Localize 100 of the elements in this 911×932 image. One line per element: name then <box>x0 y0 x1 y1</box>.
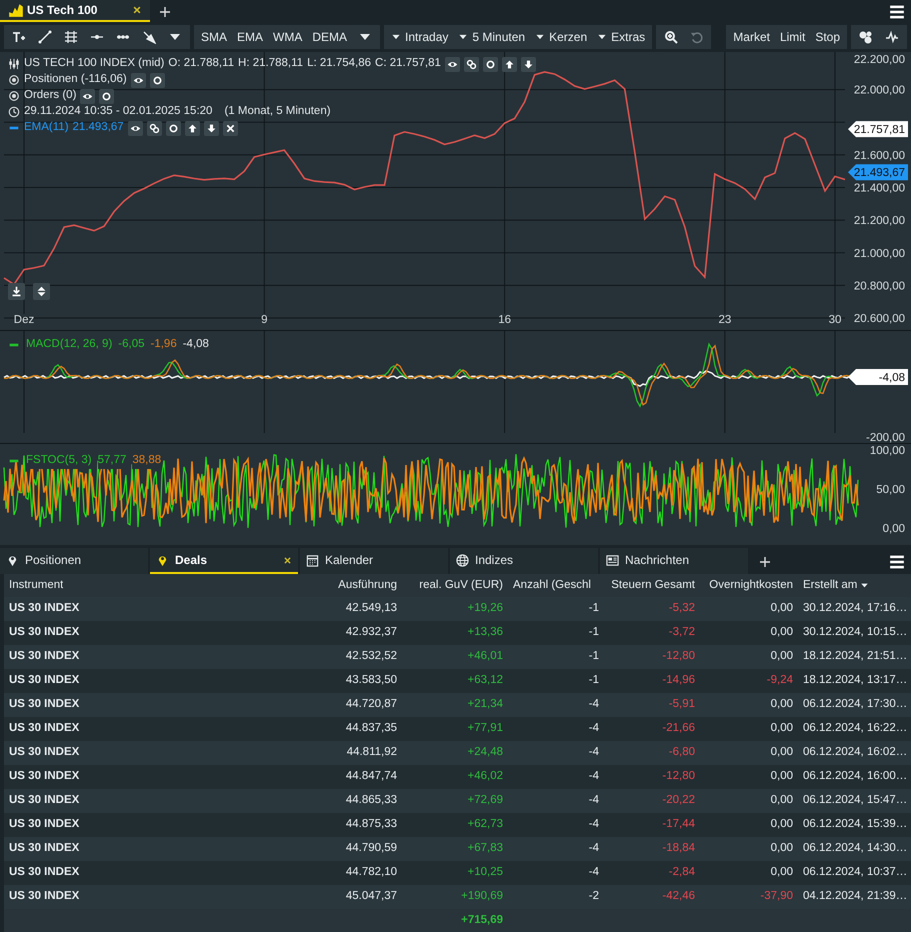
up-arrow-icon <box>186 122 198 134</box>
value-tag: -4,08 <box>848 369 908 385</box>
download-button[interactable] <box>8 283 25 300</box>
table-cell: -17,44 <box>604 813 700 837</box>
column-header[interactable]: Anzahl (Geschl <box>508 574 604 597</box>
table-cell: -37,90 <box>700 885 798 909</box>
table-cell: US 30 INDEX <box>4 789 262 813</box>
table-cell: -12,80 <box>604 645 700 669</box>
indicator-button[interactable]: EMA <box>233 29 268 45</box>
price-value: L: 21.754,86 <box>307 58 372 70</box>
table-cell: +77,91 <box>402 717 508 741</box>
table-cell: US 30 INDEX <box>4 765 262 789</box>
table-cell: 42.549,13 <box>262 597 402 621</box>
radio-icon <box>8 74 20 86</box>
dropdown-button[interactable]: Kerzen <box>531 29 592 45</box>
order-button[interactable]: Limit <box>776 29 810 45</box>
table-cell: 0,00 <box>700 597 798 621</box>
table-cell: -4 <box>508 861 604 885</box>
close-button[interactable] <box>222 120 238 136</box>
table-cell: +72,69 <box>402 789 508 813</box>
circle-button[interactable] <box>166 120 181 136</box>
column-header[interactable]: Steuern Gesamt <box>604 574 700 597</box>
eye-button[interactable] <box>444 56 460 72</box>
axis-label: 21.200,00 <box>854 215 905 228</box>
column-header[interactable]: real. GuV (EUR) <box>402 574 508 597</box>
dropdown-button[interactable]: Intraday <box>387 29 452 45</box>
circle-button[interactable] <box>482 56 498 72</box>
axis-label: 22.200,00 <box>854 54 905 66</box>
panel-tab[interactable]: Positionen <box>0 548 148 574</box>
down-arrow-button[interactable] <box>204 120 219 136</box>
dropdown-button[interactable]: 5 Minuten <box>454 29 530 45</box>
instrument-label: US TECH 100 INDEX (mid) <box>24 58 164 70</box>
indicator-button[interactable]: DEMA <box>308 29 352 45</box>
caret-icon <box>597 32 608 42</box>
plus-icon <box>160 6 170 17</box>
eye-button[interactable] <box>128 120 143 136</box>
column-header[interactable]: Overnightkosten <box>700 574 798 597</box>
column-header[interactable]: Instrument <box>4 574 262 597</box>
link-icon <box>466 58 477 70</box>
circle-button[interactable] <box>150 72 165 88</box>
resize-button[interactable] <box>33 283 50 300</box>
eye-button[interactable] <box>130 72 146 88</box>
table-cell: 06.12.2024, 15:47… <box>798 789 911 813</box>
panel-tab[interactable]: Indizes <box>450 548 598 574</box>
table-cell: US 30 INDEX <box>4 669 262 693</box>
indicator-button[interactable]: WMA <box>269 29 306 45</box>
table-cell: 45.047,37 <box>262 885 402 909</box>
table-cell: -14,96 <box>604 669 700 693</box>
up-arrow-button[interactable] <box>502 56 517 72</box>
table-cell: +62,73 <box>402 813 508 837</box>
table-cell: -6,80 <box>604 741 700 765</box>
axis-label: -200,00 <box>866 432 905 443</box>
up-arrow-button[interactable] <box>184 120 200 136</box>
table-cell: 44.875,33 <box>262 813 402 837</box>
table-cell: -3,72 <box>604 621 700 645</box>
table-cell: 06.12.2024, 16:22… <box>798 717 911 741</box>
axis-label: 21.400,00 <box>854 182 905 194</box>
axis-label: 9 <box>261 314 268 326</box>
table-cell: 44.811,92 <box>262 741 402 765</box>
table-cell: US 30 INDEX <box>4 861 262 885</box>
table-cell: US 30 INDEX <box>4 813 262 837</box>
down-arrow-button[interactable] <box>520 56 536 72</box>
column-header[interactable]: Ausführung <box>262 574 402 597</box>
total-cell: +715,69 <box>402 909 508 932</box>
circle-icon <box>101 90 112 102</box>
link-button[interactable] <box>464 56 479 72</box>
indicator-button[interactable]: SMA <box>197 29 232 45</box>
table-cell: -2 <box>508 885 604 909</box>
order-button[interactable]: Market <box>729 29 774 45</box>
table-cell: +46,01 <box>402 645 508 669</box>
table-cell: -1 <box>508 621 604 645</box>
panel-tab[interactable]: Nachrichten <box>600 548 748 574</box>
indicator-label: EMA(11) <box>24 122 69 134</box>
undo-icon <box>690 30 704 44</box>
panel-tab[interactable]: Kalender <box>300 548 448 574</box>
caret-icon <box>458 32 468 42</box>
table-cell: US 30 INDEX <box>4 837 262 861</box>
eye-button[interactable] <box>80 88 96 104</box>
order-button[interactable]: Stop <box>811 29 844 45</box>
grid-icon <box>64 30 78 44</box>
axis-label: 30 <box>828 314 842 326</box>
axis-label: 20.800,00 <box>854 280 905 292</box>
table-cell: +21,34 <box>402 693 508 717</box>
table-cell: -4 <box>508 717 604 741</box>
table-cell: -4 <box>508 693 604 717</box>
chart-logo-icon <box>8 2 24 18</box>
table-cell: 42.532,52 <box>262 645 402 669</box>
circle-button[interactable] <box>99 88 114 104</box>
close-icon[interactable] <box>283 556 292 564</box>
table-cell: +67,83 <box>402 837 508 861</box>
column-header[interactable]: Erstellt am <box>798 574 911 597</box>
table-cell: 18.12.2024, 21:51… <box>798 645 911 669</box>
link-button[interactable] <box>146 120 162 136</box>
table-cell: +190,69 <box>402 885 508 909</box>
table-cell: US 30 INDEX <box>4 645 262 669</box>
chart-tab[interactable]: US Tech 100 <box>0 0 150 22</box>
caret-icon <box>535 32 546 42</box>
dropdown-button[interactable]: Extras <box>593 29 650 45</box>
close-icon[interactable] <box>132 5 142 15</box>
panel-tab[interactable]: Deals <box>150 548 298 574</box>
